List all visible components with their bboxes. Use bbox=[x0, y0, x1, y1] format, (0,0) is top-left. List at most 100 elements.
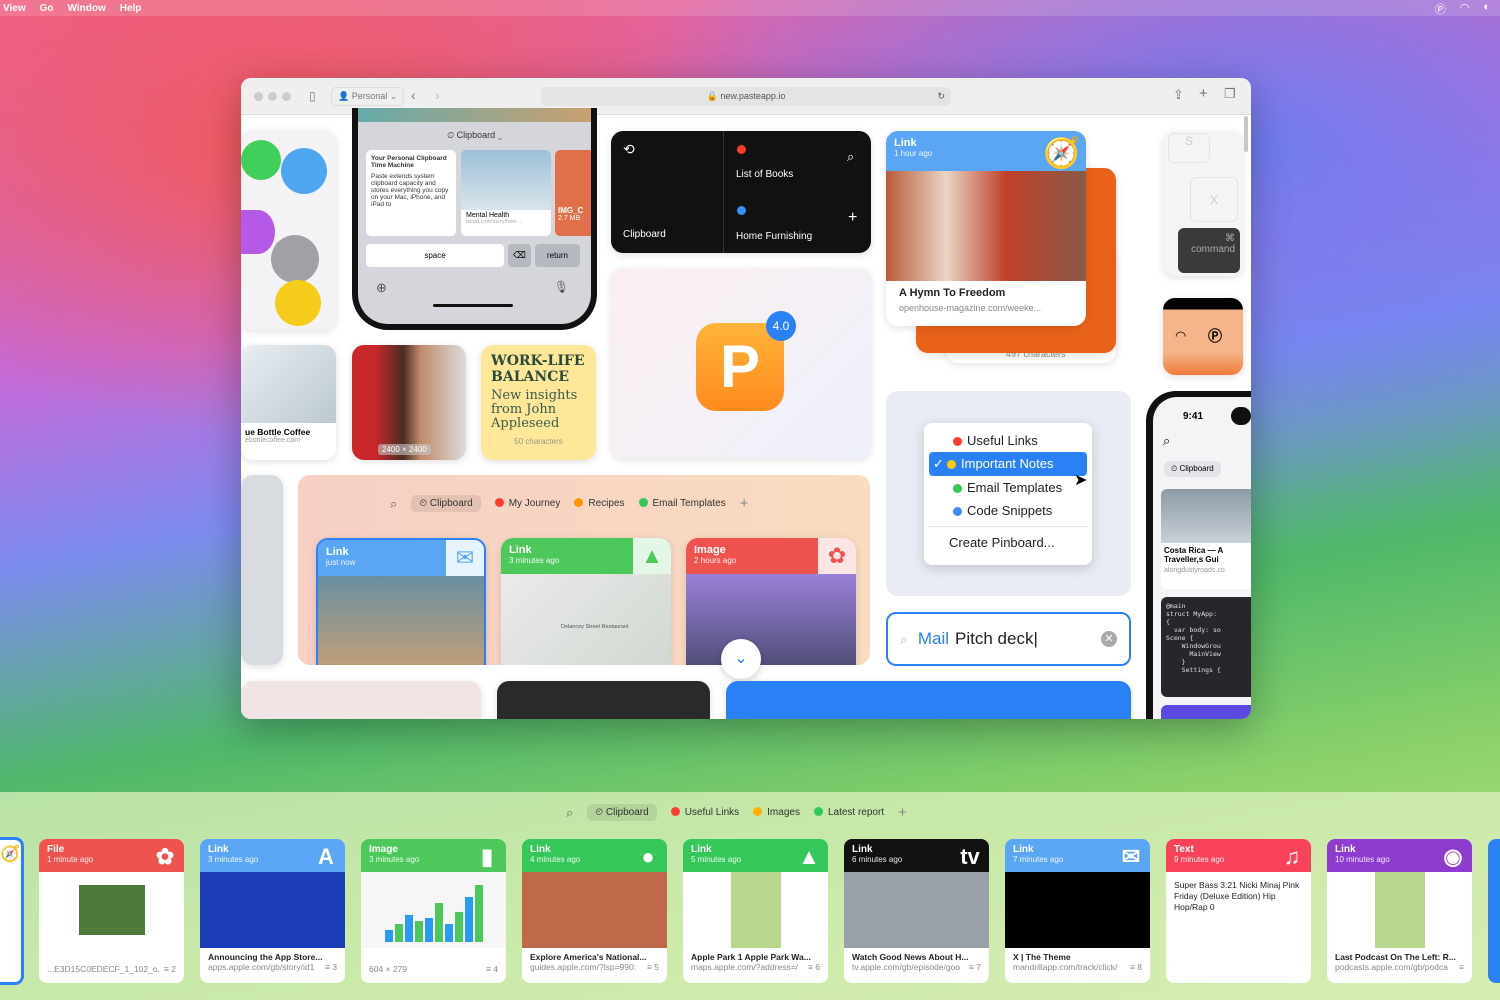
chart-bar bbox=[434, 903, 443, 942]
shelf-card[interactable]: Link 7 minutes ago ✉ X | The Theme mandrilla… bbox=[1005, 839, 1150, 983]
link-card-hymn[interactable]: Link 1 hour ago 🧭 A Hymn To Freedom openhou… bbox=[886, 131, 1086, 326]
color-dot bbox=[953, 437, 962, 446]
list-dot bbox=[737, 145, 746, 154]
shelf-card[interactable]: Link 10 minutes ago ◉ Last Podcast On The L… bbox=[1327, 839, 1472, 983]
code-snippet-card[interactable]: @main struct MyApp: { var body: so Scene… bbox=[1161, 597, 1251, 697]
return-key[interactable]: return bbox=[535, 244, 580, 267]
scrollbar[interactable] bbox=[1244, 116, 1248, 152]
tab-overview-icon[interactable]: ❐ bbox=[1224, 86, 1236, 102]
tab-clipboard[interactable]: ⏲ Clipboard bbox=[411, 495, 481, 512]
forward-icon[interactable]: › bbox=[435, 87, 440, 103]
space-key[interactable]: space bbox=[366, 244, 504, 267]
tab-recipes[interactable]: Recipes bbox=[574, 498, 625, 509]
partial-card bbox=[241, 681, 481, 719]
menu-go[interactable]: Go bbox=[40, 3, 54, 14]
pinboard-option[interactable]: Useful Links bbox=[929, 429, 1087, 452]
menu-window[interactable]: Window bbox=[68, 3, 106, 14]
share-icon[interactable]: ⇪ bbox=[1173, 87, 1184, 103]
tab-clipboard[interactable]: ⏲ Clipboard bbox=[587, 804, 657, 821]
tab-useful-links[interactable]: Useful Links bbox=[670, 807, 739, 818]
card-title: Explore America's National... bbox=[530, 952, 647, 962]
widget-list-home[interactable]: Home Furnishing bbox=[736, 231, 812, 242]
browser-window: ▯ 👤 Personal ⌄ ‹ › 🔒 new.pasteapp.io ↻ ⇪ … bbox=[241, 78, 1251, 719]
reload-icon[interactable]: ↻ bbox=[937, 87, 945, 106]
create-pinboard-option[interactable]: Create Pinboard... bbox=[929, 531, 1087, 554]
pinboard-menu: Useful Links ✓ Important Notes Email Templa… bbox=[924, 423, 1092, 565]
pinboard-option[interactable]: Code Snippets bbox=[929, 499, 1087, 522]
card-subtitle: apps.apple.com/gb/story/id1 bbox=[208, 962, 315, 972]
pinboard-option[interactable]: Email Templates bbox=[929, 476, 1087, 499]
clip-card[interactable]: Link just now ✉ bbox=[316, 538, 486, 665]
add-pinboard-icon[interactable]: + bbox=[898, 804, 907, 821]
tab-email-templates[interactable]: Email Templates bbox=[638, 498, 726, 509]
key-x: X bbox=[1190, 177, 1238, 222]
paste-menu-icon[interactable]: Ⓟ bbox=[1435, 1, 1446, 17]
zoom-button[interactable] bbox=[282, 92, 291, 101]
clip-card[interactable]: Link 3 minutes ago ▲ Delancey Street Restau… bbox=[501, 538, 671, 665]
worklife-text-card[interactable]: WORK-LIFE BALANCE New insights from John… bbox=[481, 345, 596, 460]
link-clip[interactable]: Mental Health wired.com/story/how-... bbox=[461, 150, 551, 236]
clipboard-selector[interactable]: ⏲ Clipboard ⌄ bbox=[358, 130, 591, 141]
note-clip[interactable]: Your Personal Clipboard Time Machine Past… bbox=[366, 150, 456, 236]
search-icon[interactable]: ⌕ bbox=[566, 805, 573, 821]
globe-icon[interactable]: ⊕ bbox=[376, 280, 387, 296]
new-tab-icon[interactable]: + bbox=[1199, 85, 1208, 102]
safari-icon: 🧭 bbox=[1043, 136, 1081, 170]
menu-bar: View Go Window Help bbox=[0, 0, 1500, 16]
messages-icon: ● bbox=[641, 844, 655, 869]
wifi-icon[interactable]: ◠ bbox=[1460, 1, 1470, 17]
card-title: Last Podcast On The Left: R... bbox=[1335, 952, 1456, 962]
shelf-card[interactable]: Text 9 minutes ago ♫ Super Bass 3:21 Nicki … bbox=[1166, 839, 1311, 983]
shelf-card[interactable]: Link 6 minutes ago tv Watch Good News About… bbox=[844, 839, 989, 983]
shelf-card[interactable]: Link 3 minutes ago A Announcing the App Sto… bbox=[200, 839, 345, 983]
search-icon[interactable]: ⌕ bbox=[1163, 433, 1170, 449]
phone-clipboard-tab[interactable]: ⏲ Clipboard bbox=[1164, 461, 1221, 477]
tab-latest-report[interactable]: Latest report bbox=[813, 807, 884, 818]
clipboard-label: Clipboard bbox=[1179, 464, 1214, 473]
tab-images[interactable]: Images bbox=[753, 807, 800, 818]
color-dots-card[interactable] bbox=[241, 130, 336, 330]
delete-key-icon[interactable]: ⌫ bbox=[508, 244, 531, 267]
clip-card[interactable]: Image 2 hours ago ✿ bbox=[686, 538, 856, 665]
dark-widget[interactable]: ⟲ Clipboard List of Books Home Furnishin… bbox=[611, 131, 871, 253]
image-clip[interactable]: IMG_C 2.7 MB bbox=[555, 150, 591, 236]
search-token[interactable]: Mail bbox=[918, 629, 949, 649]
search-icon[interactable]: ⌕ bbox=[390, 496, 397, 512]
expand-chevron-down-icon[interactable]: ⌄ bbox=[721, 639, 761, 679]
pinboard-option[interactable]: ✓ Important Notes bbox=[929, 452, 1087, 476]
add-pinboard-icon[interactable]: + bbox=[740, 495, 749, 512]
tab-label: Recipes bbox=[588, 498, 625, 509]
shelf-card[interactable]: Image 3 minutes ago ▮ 604 × 279 ≡ 4 bbox=[361, 839, 506, 983]
search-field[interactable]: ⌕ Mail Pitch deck | ✕ bbox=[886, 612, 1131, 666]
option-label: Email Templates bbox=[967, 480, 1063, 495]
microphone-icon[interactable]: 🎙 bbox=[554, 280, 569, 294]
back-icon[interactable]: ‹ bbox=[411, 87, 416, 103]
sidebar-icon[interactable]: ▯ bbox=[309, 89, 316, 103]
card-subtitle: podcasts.apple.com/gb/podca bbox=[1335, 962, 1448, 972]
control-center-icon[interactable]: ◐ bbox=[1483, 1, 1490, 17]
menu-view[interactable]: View bbox=[3, 3, 26, 14]
clear-search-icon[interactable]: ✕ bbox=[1101, 631, 1117, 647]
coffee-link-card[interactable]: ue Bottle Coffee ebottlecoffee.com bbox=[241, 345, 336, 460]
address-bar[interactable]: 🔒 new.pasteapp.io ↻ bbox=[541, 87, 951, 106]
image-name: IMG_C bbox=[558, 206, 584, 215]
shelf-card[interactable]: File 1 minute ago ✿ ...E3D15C0EDECF_1_102_o… bbox=[39, 839, 184, 983]
shelf-card[interactable]: Link 4 minutes ago ● Explore America's Nati… bbox=[522, 839, 667, 983]
tab-my-journey[interactable]: My Journey bbox=[494, 498, 560, 509]
close-button[interactable] bbox=[254, 92, 263, 101]
menu-help[interactable]: Help bbox=[120, 3, 142, 14]
shelf-card[interactable]: Link 5 minutes ago ▲ Apple Park 1 Apple Par… bbox=[683, 839, 828, 983]
card-subtitle: mandrillapp.com/track/click/ bbox=[1013, 962, 1118, 972]
tab-label: Email Templates bbox=[652, 498, 726, 509]
add-icon[interactable]: + bbox=[848, 209, 857, 227]
profile-selector[interactable]: 👤 Personal ⌄ bbox=[331, 87, 405, 106]
phone-link-card[interactable]: Costa Rica — A Traveller,s Gui alongdusty… bbox=[1161, 489, 1251, 589]
widget-clipboard[interactable]: Clipboard bbox=[623, 229, 666, 240]
partial-card[interactable] bbox=[1488, 839, 1500, 983]
card-index: ≡ 7 bbox=[968, 962, 981, 972]
portrait-image-card[interactable]: 2400 × 2400 bbox=[352, 345, 466, 460]
widget-list-books[interactable]: List of Books bbox=[736, 169, 793, 180]
selected-partial-card[interactable]: 🧭 bbox=[0, 837, 24, 985]
search-icon[interactable]: ⌕ bbox=[847, 149, 854, 165]
minimize-button[interactable] bbox=[268, 92, 277, 101]
